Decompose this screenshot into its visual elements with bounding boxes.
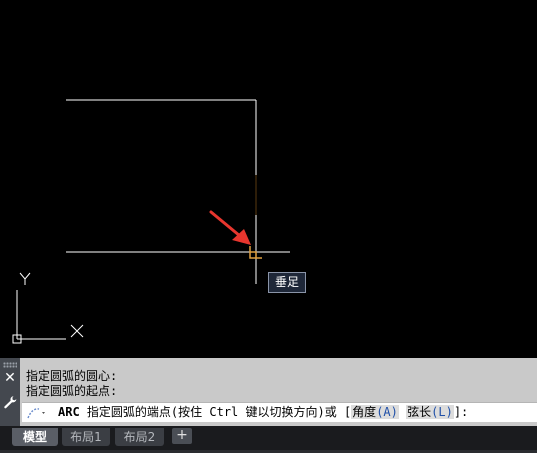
add-layout-button[interactable]: + [172,428,192,444]
tab-model[interactable]: 模型 [12,428,58,446]
pointer-arrow-icon [209,210,251,245]
command-history-line: 指定圆弧的圆心: [26,369,118,383]
command-prompt-suffix: ]: [453,405,469,419]
command-prompt-text: 指定圆弧的端点(按住 Ctrl 键以切换方向)或 [ [86,405,352,419]
drawing-canvas[interactable] [0,0,537,358]
command-input[interactable]: ARC 指定圆弧的端点(按住 Ctrl 键以切换方向)或 [角度(A) 弦长(L… [22,402,537,422]
layout-tabs: 模型 布局1 布局2 + [0,426,537,453]
tab-layout1[interactable]: 布局1 [62,428,110,446]
ucs-icon [12,272,84,344]
close-icon[interactable]: ✕ [4,371,16,385]
command-sidebar: ✕ [0,358,20,426]
drag-grip-icon[interactable] [3,362,17,368]
option-angle[interactable]: 角度(A) [351,405,399,419]
tab-layout2[interactable]: 布局2 [115,428,164,446]
command-pen-icon[interactable] [26,406,48,420]
command-history-line: 指定圆弧的起点: [26,384,118,398]
option-chord-length[interactable]: 弦长(L) [406,405,454,419]
command-window: ✕ 指定圆弧的圆心: 指定圆弧的起点: ARC 指定圆弧的端点(按住 Ctrl … [0,358,537,426]
wrench-icon[interactable] [3,395,17,409]
command-name: ARC [58,405,80,419]
snap-tooltip: 垂足 [268,272,306,293]
